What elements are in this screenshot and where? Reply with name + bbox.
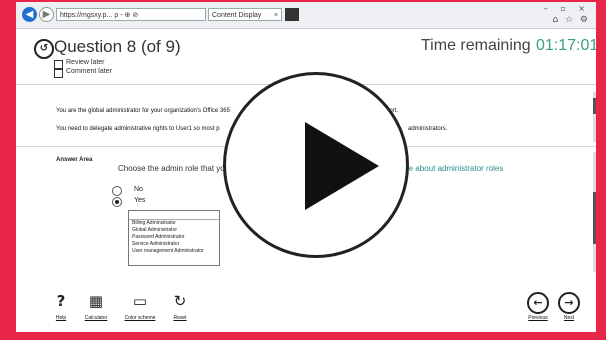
answer-scrollbar[interactable] (593, 192, 596, 244)
dropdown-option[interactable]: Global Administrator (129, 227, 219, 234)
help-label: Help (55, 315, 67, 321)
color-scheme-button[interactable]: ▭ Color scheme (118, 292, 162, 321)
dropdown-option[interactable]: Service Administrator (129, 241, 219, 248)
browser-chrome: ◀ ▶ https://mgsxy.p... ρ - ⊕ ⊘ Content D… (16, 2, 596, 29)
learn-more-link[interactable]: re about administrator roles (406, 164, 503, 173)
color-scheme-label: Color scheme (124, 315, 156, 321)
reset-icon: ↻ (173, 292, 187, 310)
review-later-checkbox[interactable] (54, 60, 63, 69)
play-icon (305, 122, 379, 210)
question-scrollbar[interactable] (593, 98, 596, 114)
question-text-line2-end: administrators. (408, 126, 448, 132)
browser-back-icon[interactable]: ◀ (22, 7, 37, 22)
radio-no-label: No (134, 186, 143, 193)
dropdown-option[interactable]: Password Administrator (129, 234, 219, 241)
dropdown-header[interactable] (129, 211, 219, 220)
dropdown-option[interactable]: Billing Administrator (129, 220, 219, 227)
reset-button[interactable]: ↻ Reset (166, 292, 194, 321)
next-label: Next (563, 315, 575, 321)
review-later-label: Review later (66, 59, 105, 66)
exam-window: ◀ ▶ https://mgsxy.p... ρ - ⊕ ⊘ Content D… (16, 2, 596, 332)
play-button[interactable] (223, 72, 409, 258)
calculator-icon: ▦ (88, 292, 104, 310)
tab-close-icon[interactable]: × (274, 9, 278, 20)
new-tab-button[interactable] (285, 8, 299, 21)
radio-yes-label: Yes (134, 197, 146, 204)
question-title: Question 8 (of 9) (54, 37, 181, 56)
help-icon: ? (56, 292, 66, 310)
question-text-line1: You are the global administrator for you… (56, 108, 230, 114)
answer-area-label: Answer Area (56, 157, 93, 163)
monitor-icon: ▭ (132, 292, 148, 310)
previous-icon: ← (527, 292, 549, 314)
dropdown-option[interactable]: User management Administrator (129, 248, 219, 255)
window-controls[interactable]: – ▫ × (544, 4, 590, 13)
comment-later-label: Comment later (66, 68, 112, 75)
answer-prompt: Choose the admin role that yo (118, 164, 225, 173)
tab-content-display[interactable]: Content Display × (208, 8, 282, 21)
tab-title: Content Display (212, 12, 262, 19)
radio-no[interactable] (112, 186, 122, 196)
next-icon: → (558, 292, 580, 314)
browser-tools-icons[interactable]: ⌂ ☆ ⚙ (552, 15, 590, 25)
time-remaining-label: Time remaining (421, 37, 531, 54)
comment-later-checkbox[interactable] (54, 69, 63, 78)
reset-label: Reset (173, 315, 187, 321)
calculator-button[interactable]: ▦ Calculator (78, 292, 114, 321)
address-bar[interactable]: https://mgsxy.p... ρ - ⊕ ⊘ (56, 8, 206, 21)
time-remaining-value: 01:17:01 (536, 37, 596, 54)
next-button[interactable]: → Next (551, 292, 587, 321)
help-button[interactable]: ? Help (49, 292, 73, 321)
calculator-label: Calculator (84, 315, 108, 321)
question-back-icon[interactable]: ↺ (34, 39, 54, 59)
question-text-line2: You need to delegate administrative righ… (56, 126, 220, 132)
admin-role-dropdown[interactable]: Billing Administrator Global Administrat… (128, 210, 220, 266)
radio-yes[interactable] (112, 197, 122, 207)
browser-forward-icon[interactable]: ▶ (39, 7, 54, 22)
